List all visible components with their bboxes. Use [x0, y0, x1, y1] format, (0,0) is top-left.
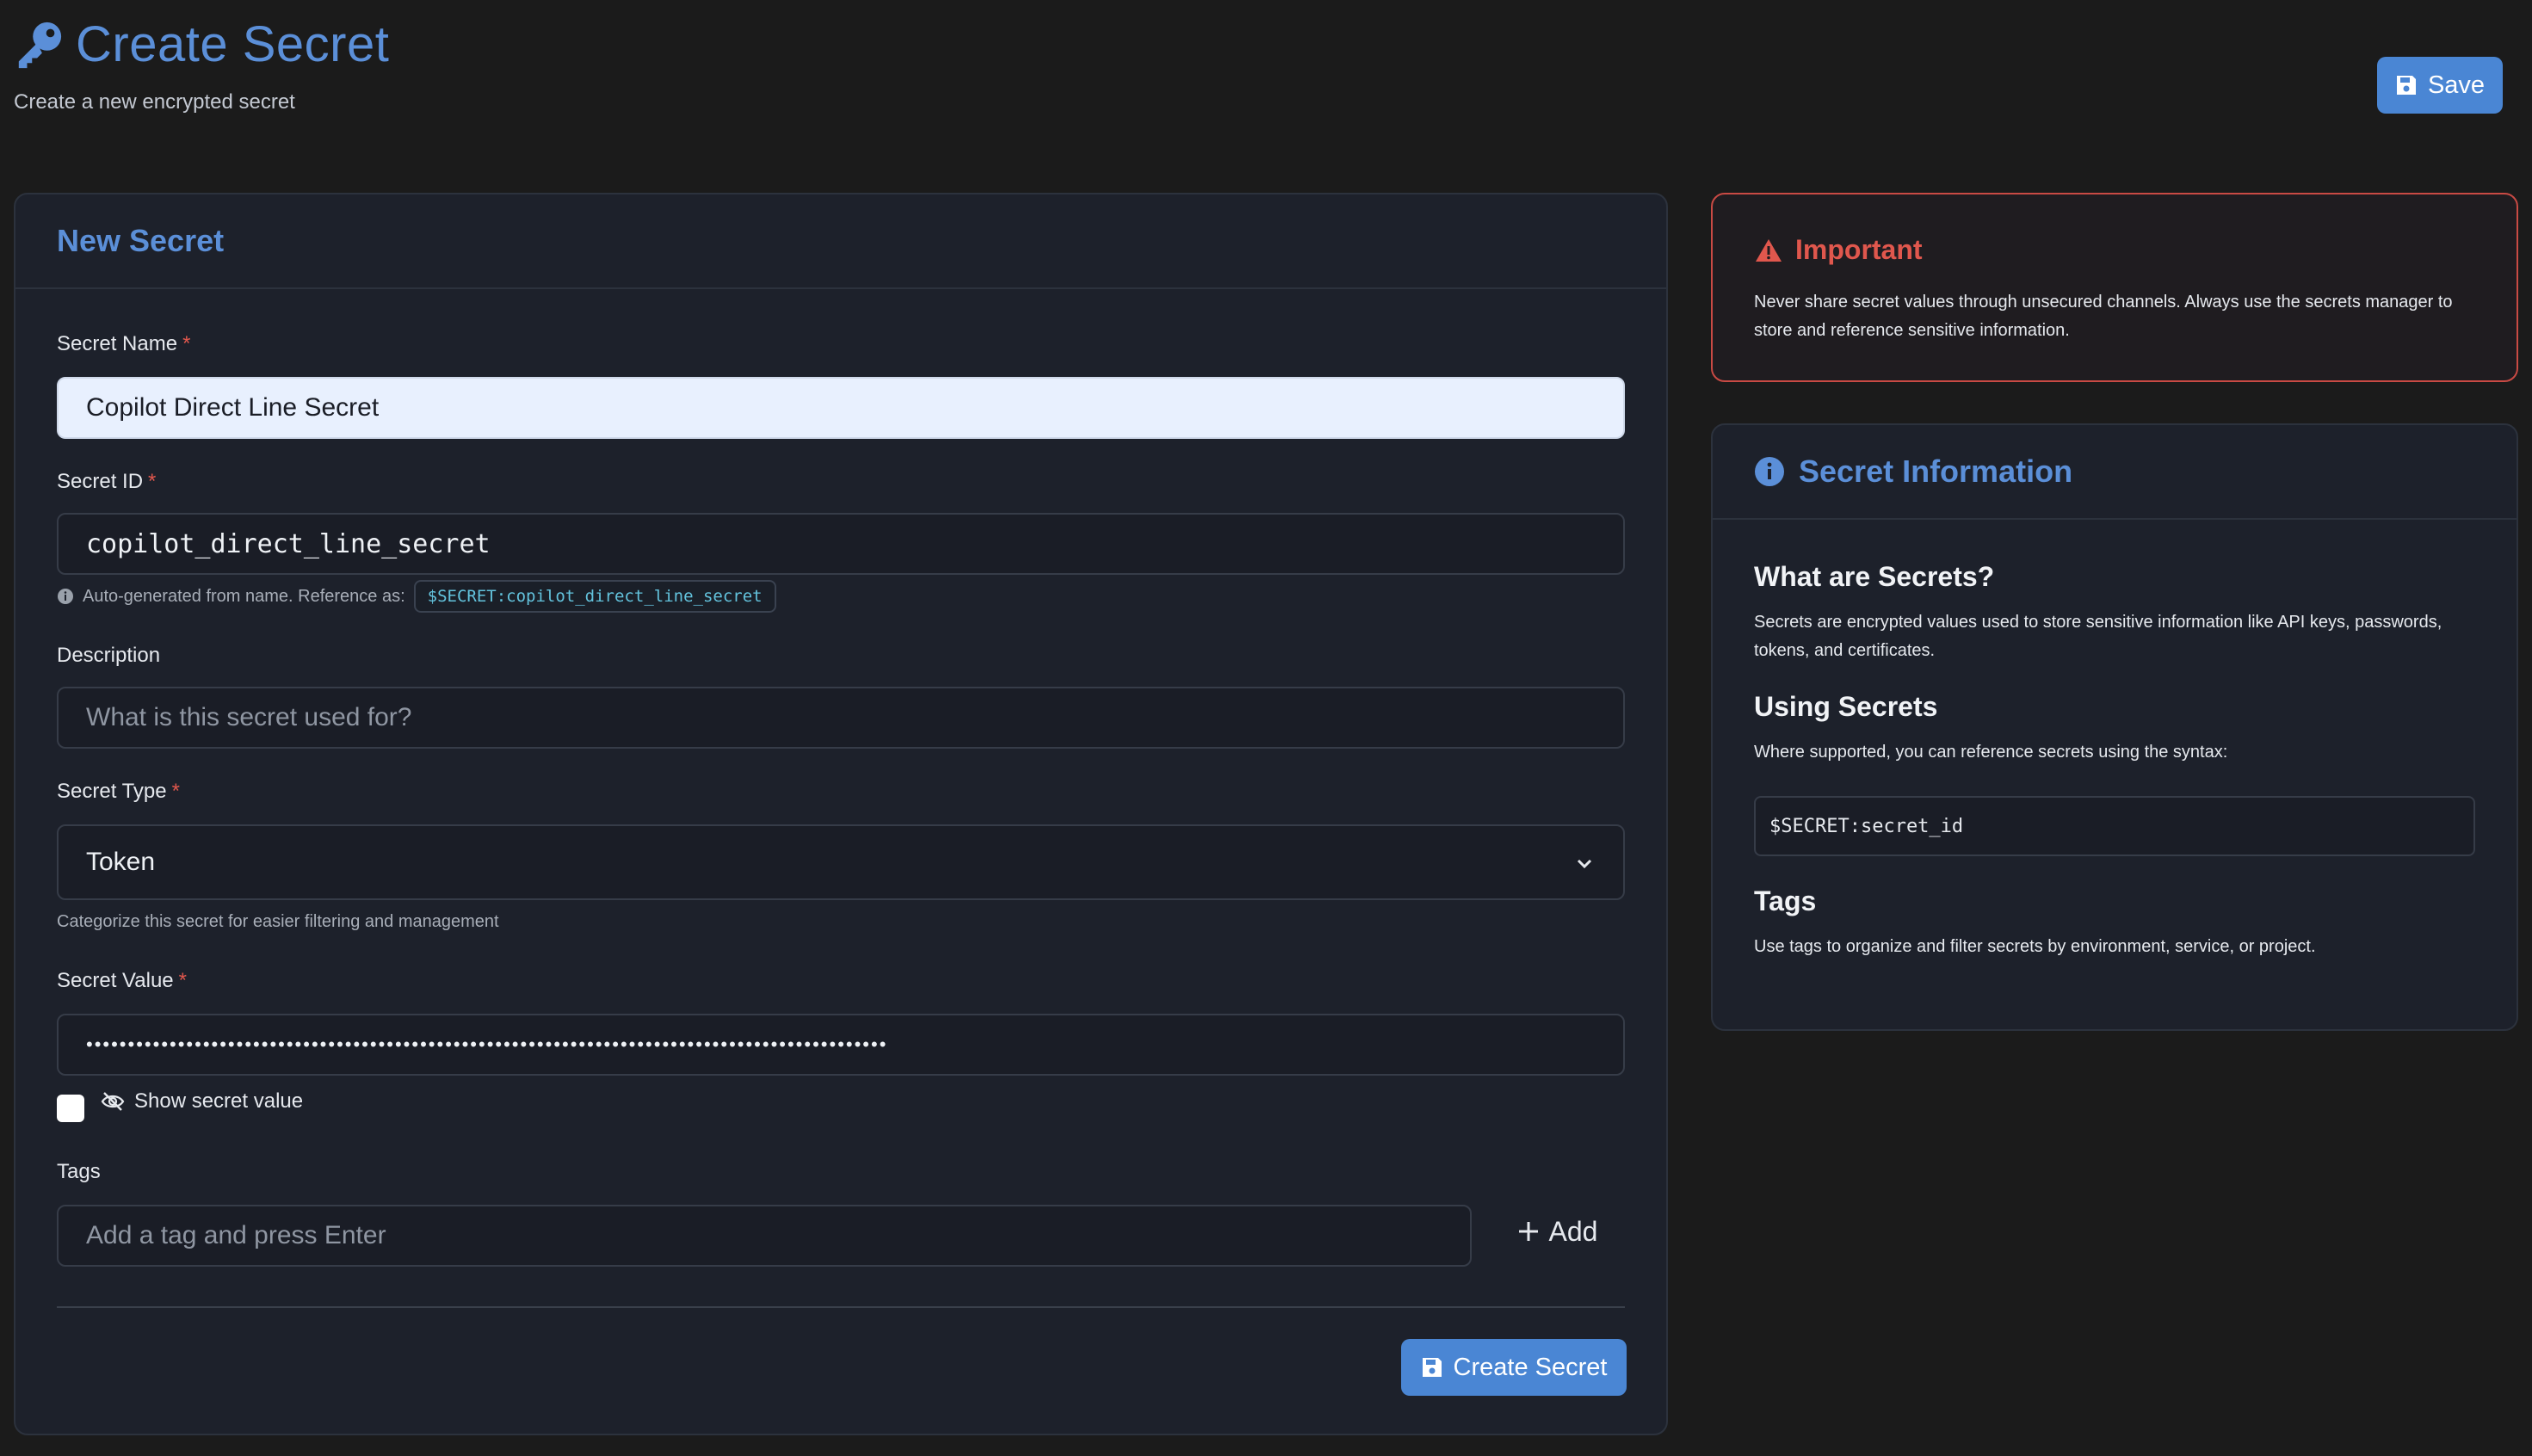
- secret-id-input[interactable]: copilot_direct_line_secret: [57, 513, 1625, 575]
- secret-value-input[interactable]: ••••••••••••••••••••••••••••••••••••••••…: [57, 1014, 1625, 1076]
- required-mark: *: [182, 332, 191, 355]
- plus-icon: [1518, 1222, 1538, 1241]
- using-secrets-heading: Using Secrets: [1754, 691, 1938, 722]
- add-tag-label: Add: [1548, 1215, 1598, 1247]
- tags-input[interactable]: Add a tag and press Enter: [57, 1205, 1472, 1267]
- title-row: Create Secret: [14, 15, 389, 73]
- secret-reference-chip: $SECRET:copilot_direct_line_secret: [413, 580, 776, 613]
- tags-text: Use tags to organize and filter secrets …: [1754, 937, 2316, 956]
- secret-type-label-text: Secret Type: [57, 780, 167, 803]
- floppy-disk-icon: [1422, 1358, 1442, 1377]
- show-secret-checkbox[interactable]: [57, 1095, 84, 1122]
- secret-value-label-text: Secret Value: [57, 969, 174, 992]
- show-secret-label-text: Show secret value: [134, 1089, 304, 1113]
- add-tag-button[interactable]: Add: [1501, 1205, 1613, 1258]
- what-are-secrets-text: Secrets are encrypted values used to sto…: [1754, 613, 2442, 660]
- form-divider: [57, 1306, 1625, 1308]
- important-text: Never share secret values through unsecu…: [1754, 293, 2453, 340]
- new-secret-card: New Secret Secret Name * Copilot Direct L…: [14, 193, 1668, 1435]
- save-button[interactable]: Save: [2377, 57, 2503, 114]
- description-label: Description: [57, 644, 161, 667]
- syntax-example: $SECRET:secret_id: [1754, 796, 2475, 856]
- card-header: New Secret: [15, 194, 1666, 289]
- floppy-disk-icon: [2396, 76, 2416, 95]
- secret-value-label: Secret Value *: [57, 969, 187, 993]
- save-button-label: Save: [2427, 71, 2486, 99]
- info-circle-icon: [58, 589, 73, 604]
- secret-type-label: Secret Type *: [57, 780, 180, 804]
- secret-type-selected: Token: [86, 848, 156, 876]
- using-secrets-text: Where supported, you can reference secre…: [1754, 743, 2228, 762]
- important-card: Important Never share secret values thro…: [1711, 193, 2518, 382]
- warning-triangle-icon: [1756, 238, 1782, 262]
- required-mark: *: [178, 969, 187, 992]
- create-secret-button[interactable]: Create Secret: [1401, 1339, 1627, 1396]
- secret-name-label: Secret Name *: [57, 332, 190, 356]
- secret-information-card: Secret Information What are Secrets? Sec…: [1711, 423, 2518, 1031]
- secret-id-label: Secret ID *: [57, 470, 156, 494]
- eye-slash-icon: [101, 1092, 125, 1111]
- tags-heading: Tags: [1754, 885, 1817, 916]
- page-header: Create Secret Create a new encrypted sec…: [14, 15, 389, 114]
- tags-label: Tags: [57, 1160, 101, 1183]
- required-mark: *: [148, 470, 157, 493]
- info-circle-icon: [1755, 457, 1784, 486]
- info-title: Secret Information: [1799, 453, 2073, 489]
- secret-id-hint: Auto-generated from name. Reference as: …: [57, 580, 776, 613]
- info-body: What are Secrets? Secrets are encrypted …: [1713, 520, 2517, 961]
- secret-id-hint-text: Auto-generated from name. Reference as:: [83, 586, 405, 606]
- secret-type-select[interactable]: Token: [57, 824, 1625, 900]
- secret-name-input[interactable]: Copilot Direct Line Secret: [57, 377, 1625, 439]
- required-mark: *: [171, 780, 180, 803]
- chevron-down-icon: [1577, 859, 1592, 869]
- info-card-header: Secret Information: [1713, 425, 2517, 520]
- key-icon: [18, 22, 62, 68]
- what-are-secrets-heading: What are Secrets?: [1754, 561, 1995, 592]
- secret-id-label-text: Secret ID: [57, 470, 144, 493]
- description-input[interactable]: What is this secret used for?: [57, 687, 1625, 749]
- create-secret-label: Create Secret: [1453, 1353, 1608, 1381]
- important-header: Important: [1754, 234, 2475, 266]
- secret-type-hint: Categorize this secret for easier filter…: [57, 912, 499, 931]
- page-title: Create Secret: [76, 16, 390, 72]
- important-title: Important: [1795, 234, 1923, 265]
- card-title: New Secret: [57, 223, 225, 258]
- secret-name-label-text: Secret Name: [57, 332, 178, 355]
- page-subtitle: Create a new encrypted secret: [14, 90, 295, 114]
- show-secret-label[interactable]: Show secret value: [100, 1089, 303, 1114]
